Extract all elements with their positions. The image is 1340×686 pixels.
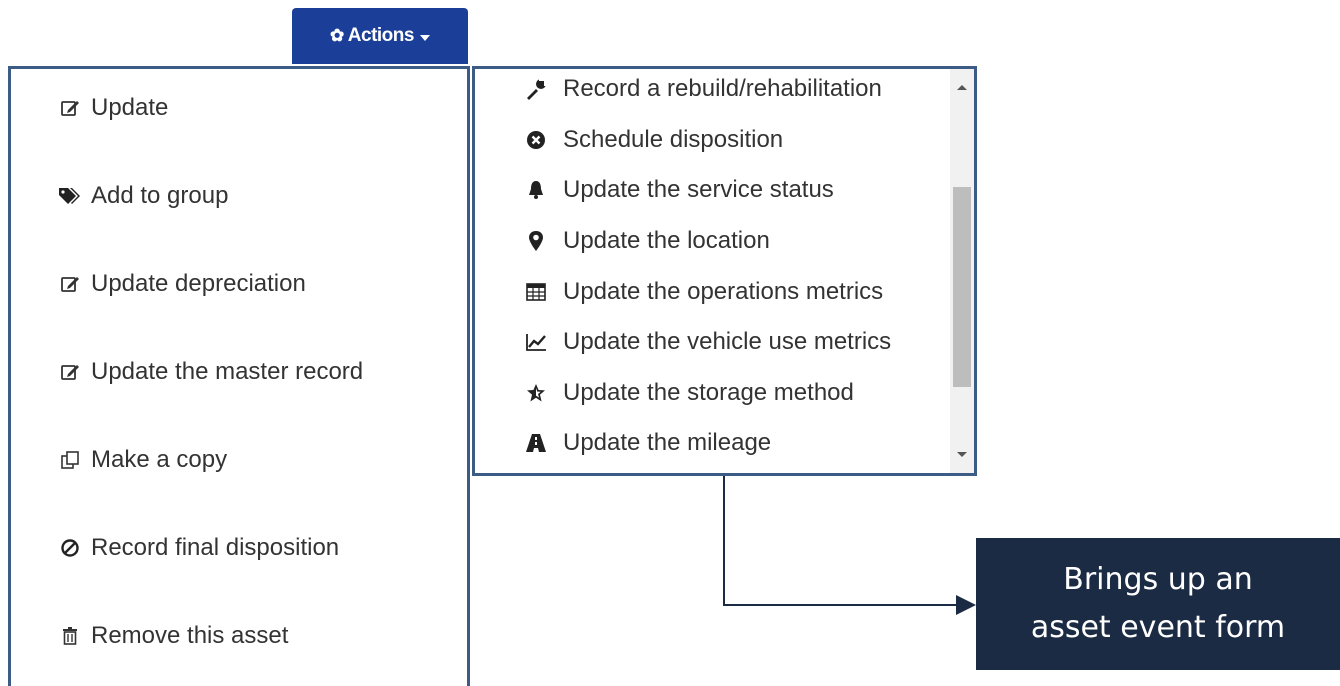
menu-item-label: Make a copy bbox=[91, 446, 228, 473]
edit-icon bbox=[57, 98, 83, 118]
submenu-item-schedule-disposition[interactable]: Schedule disposition bbox=[523, 126, 783, 154]
actions-dropdown-menu: Update Add to group Update depreciation … bbox=[8, 66, 470, 686]
actions-button-label: Actions bbox=[347, 25, 415, 46]
asset-event-submenu: Record a rebuild/rehabilitation Schedule… bbox=[472, 66, 977, 476]
menu-item-record-final-disposition[interactable]: Record final disposition bbox=[57, 534, 339, 562]
menu-item-update-depreciation[interactable]: Update depreciation bbox=[57, 270, 306, 298]
submenu-item-label: Record a rebuild/rehabilitation bbox=[563, 75, 882, 102]
caret-down-icon bbox=[419, 34, 430, 41]
edit-icon bbox=[57, 362, 83, 382]
menu-item-update-master-record[interactable]: Update the master record bbox=[57, 358, 363, 386]
menu-item-update[interactable]: Update bbox=[57, 94, 168, 122]
trash-icon bbox=[57, 626, 83, 646]
callout-line-2: asset event form bbox=[1030, 610, 1286, 645]
edit-icon bbox=[57, 274, 83, 294]
gear-icon: ✿ bbox=[330, 26, 344, 45]
menu-item-label: Remove this asset bbox=[91, 622, 289, 649]
remove-circle-icon bbox=[523, 130, 549, 150]
submenu-scrollbar[interactable] bbox=[950, 69, 974, 473]
submenu-item-update-vehicle-use-metrics[interactable]: Update the vehicle use metrics bbox=[523, 328, 891, 356]
submenu-item-label: Update the operations metrics bbox=[563, 278, 884, 305]
submenu-item-label: Update the vehicle use metrics bbox=[563, 328, 892, 355]
menu-item-label: Update depreciation bbox=[91, 270, 306, 297]
callout-line-1: Brings up an bbox=[1063, 562, 1253, 597]
menu-item-label: Update the master record bbox=[91, 358, 364, 385]
road-icon bbox=[523, 433, 549, 453]
scroll-down-arrow-icon[interactable] bbox=[957, 452, 967, 457]
copy-icon bbox=[57, 450, 83, 470]
menu-item-label: Add to group bbox=[91, 182, 229, 209]
bell-icon bbox=[523, 180, 549, 200]
submenu-item-update-operations-metrics[interactable]: Update the operations metrics bbox=[523, 278, 883, 306]
menu-item-make-copy[interactable]: Make a copy bbox=[57, 446, 227, 474]
menu-item-label: Record final disposition bbox=[91, 534, 340, 561]
tags-icon bbox=[57, 186, 83, 206]
calculator-icon bbox=[523, 282, 549, 302]
submenu-item-update-location[interactable]: Update the location bbox=[523, 227, 770, 255]
wrench-icon bbox=[523, 78, 549, 100]
menu-item-label: Update bbox=[91, 94, 169, 121]
menu-item-add-to-group[interactable]: Add to group bbox=[57, 182, 228, 210]
map-marker-icon bbox=[523, 230, 549, 252]
scrollbar-thumb[interactable] bbox=[953, 187, 971, 387]
submenu-item-update-storage-method[interactable]: Update the storage method bbox=[523, 379, 854, 407]
submenu-item-label: Update the mileage bbox=[563, 429, 772, 456]
submenu-item-record-rebuild[interactable]: Record a rebuild/rehabilitation bbox=[523, 75, 882, 103]
submenu-item-label: Schedule disposition bbox=[563, 126, 784, 153]
scroll-up-arrow-icon[interactable] bbox=[957, 85, 967, 90]
submenu-item-label: Update the storage method bbox=[563, 379, 854, 406]
ban-icon bbox=[57, 538, 83, 558]
menu-item-remove-asset[interactable]: Remove this asset bbox=[57, 622, 288, 650]
line-chart-icon bbox=[523, 332, 549, 352]
callout-box: Brings up an asset event form bbox=[976, 538, 1340, 670]
submenu-item-label: Update the service status bbox=[563, 176, 834, 203]
submenu-item-update-service-status[interactable]: Update the service status bbox=[523, 176, 834, 204]
actions-button[interactable]: ✿ Actions bbox=[292, 8, 468, 64]
star-icon bbox=[523, 383, 549, 403]
submenu-item-update-mileage[interactable]: Update the mileage bbox=[523, 429, 771, 457]
submenu-item-label: Update the location bbox=[563, 227, 770, 254]
